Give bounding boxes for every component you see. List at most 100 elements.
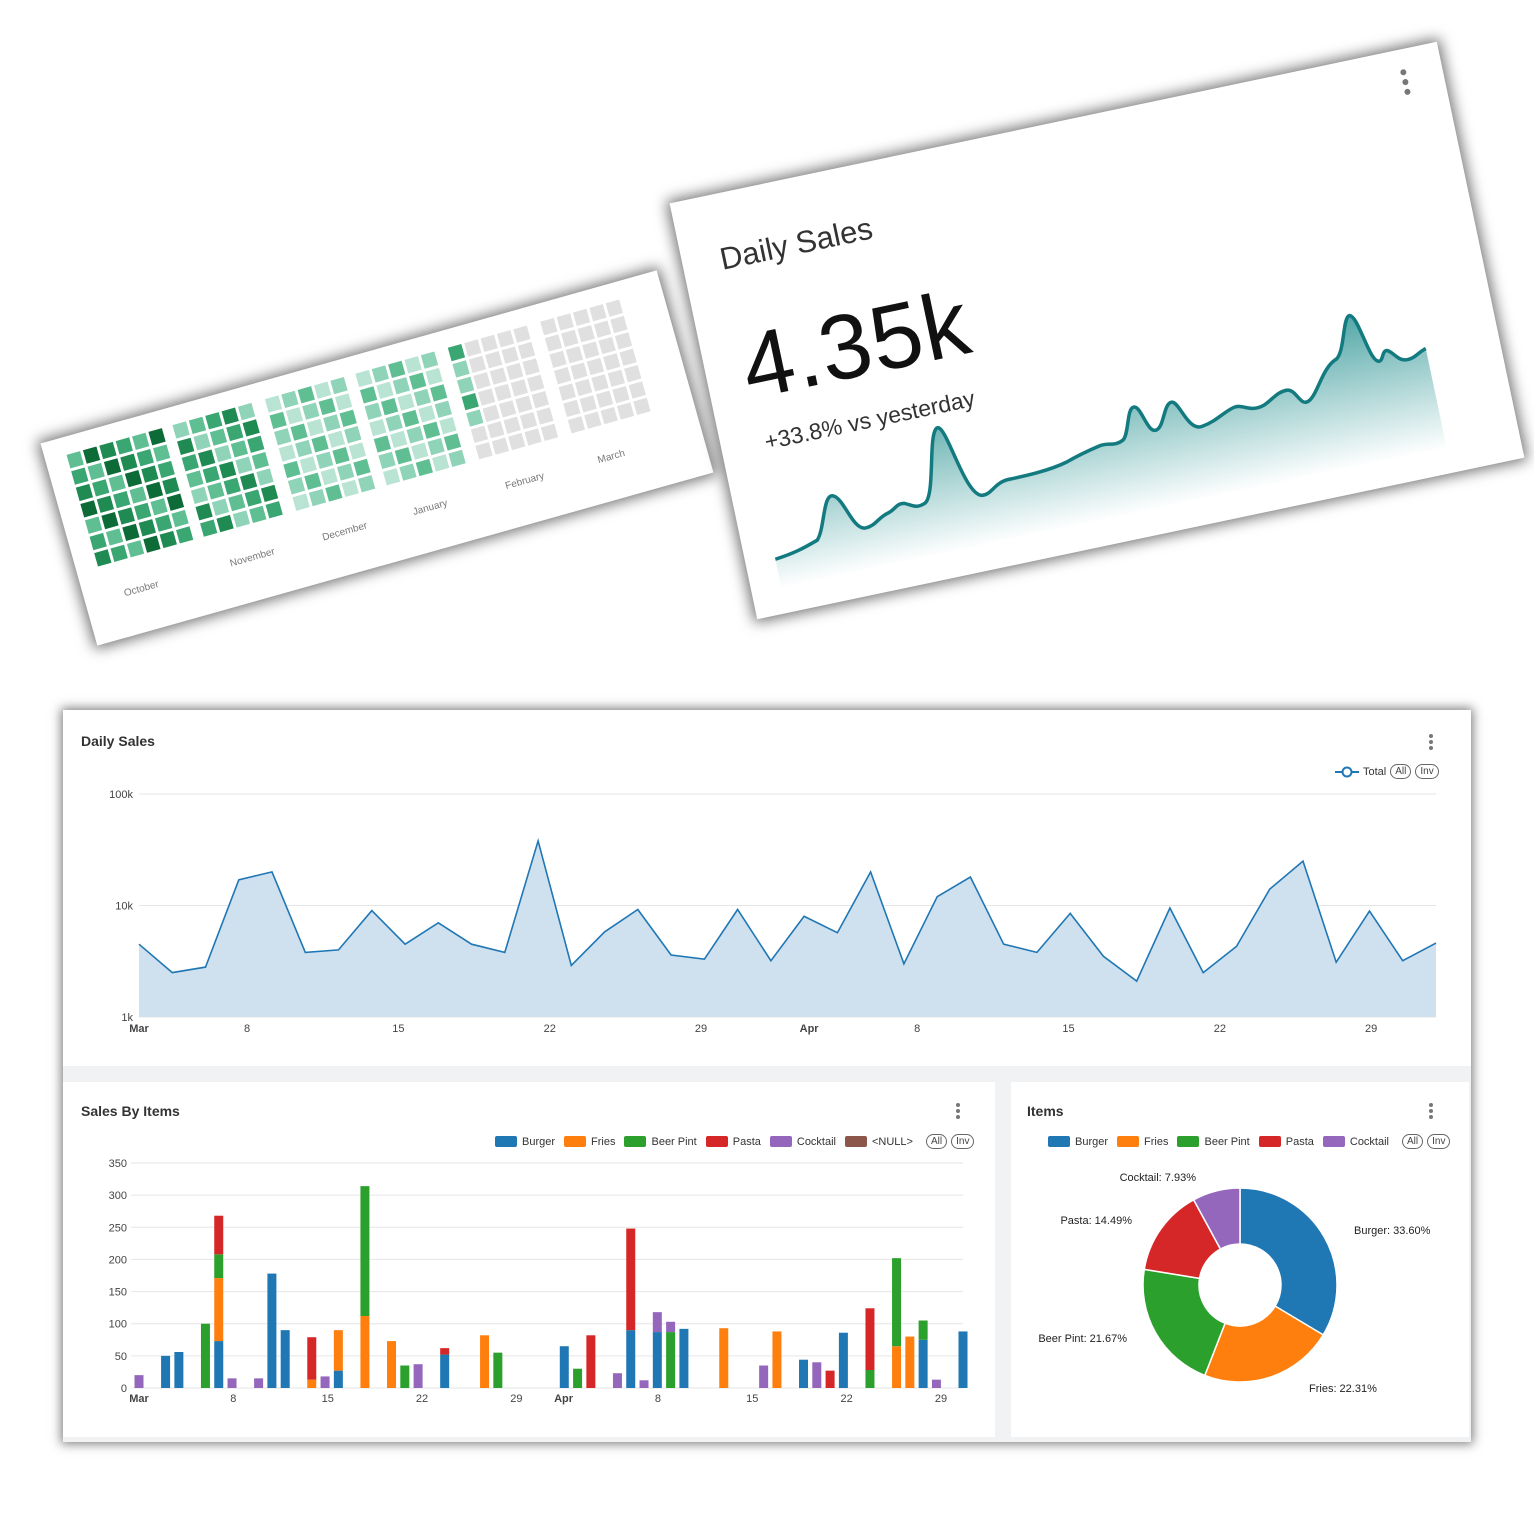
y-tick-label: 150 <box>109 1287 127 1299</box>
bar-segment-fries <box>387 1341 397 1388</box>
x-tick-label: Apr <box>800 1023 820 1035</box>
heatmap-cell <box>124 470 143 488</box>
heatmap-cell <box>150 498 168 516</box>
heatmap-cell <box>422 421 441 439</box>
bar-segment-beer-pint <box>214 1254 224 1279</box>
heatmap-cell <box>126 540 145 558</box>
heatmap-cell <box>281 390 299 409</box>
bar-segment-cocktail <box>134 1375 144 1388</box>
heatmap-cell <box>325 484 343 502</box>
heatmap-cell <box>570 362 588 380</box>
heatmap-cell <box>475 442 493 460</box>
heatmap-cell <box>247 435 265 453</box>
x-tick-label: 29 <box>695 1023 707 1035</box>
x-tick-label: Mar <box>129 1023 149 1035</box>
heatmap-cell <box>430 384 448 402</box>
heatmap-cell <box>287 477 306 495</box>
heatmap-cell <box>447 343 466 362</box>
bar-segment-burger <box>958 1331 968 1388</box>
heatmap-month-label: October <box>123 579 161 599</box>
heatmap-cell <box>265 501 283 519</box>
bar-segment-beer-pint <box>573 1368 583 1388</box>
heatmap-month-label: November <box>229 546 277 569</box>
bar-segment-cocktail <box>639 1380 649 1388</box>
kpi-menu-icon[interactable] <box>1399 68 1412 100</box>
heatmap-cell <box>527 374 545 392</box>
heatmap-cell <box>283 460 301 479</box>
x-tick-label: 29 <box>510 1393 522 1405</box>
heatmap-cell <box>148 428 166 446</box>
heatmap-cell <box>216 514 234 533</box>
bar-segment-beer-pint <box>200 1323 210 1388</box>
heatmap-cell <box>162 477 180 495</box>
heatmap-cell <box>432 454 450 472</box>
y-tick-label: 200 <box>109 1254 127 1266</box>
bar-segment-beer-pint <box>493 1352 503 1388</box>
sales-by-items-chart: 0 50 100 150 200 250 300 350 Mar 8 15 22 29 Apr 8 15 22 2… <box>109 1158 968 1405</box>
heatmap-cell <box>554 367 572 385</box>
y-tick-label: 50 <box>115 1351 127 1363</box>
heatmap-cell <box>595 390 614 408</box>
bar-segment-pasta <box>307 1337 317 1380</box>
heatmap-cell <box>399 463 417 481</box>
heatmap-cell <box>136 449 154 467</box>
x-tick-label: 29 <box>1365 1023 1377 1035</box>
heatmap-cell <box>612 385 630 404</box>
heatmap-cell <box>198 449 216 467</box>
heatmap-cell <box>122 523 140 541</box>
y-tick-label: 100 <box>109 1319 127 1331</box>
x-tick-label: Mar <box>129 1393 149 1405</box>
heatmap-cell <box>420 351 439 369</box>
heatmap-cell <box>413 388 431 407</box>
items-donut-chart: Burger: 33.60% Fries: 22.31% Beer Pint: 21… <box>1038 1172 1430 1395</box>
heatmap-cell <box>239 472 258 491</box>
heatmap-cell <box>332 447 350 465</box>
heatmap-cell <box>503 416 521 434</box>
y-tick-label: 350 <box>109 1158 127 1170</box>
heatmap-cell <box>415 458 433 477</box>
heatmap-cell <box>394 447 413 465</box>
heatmap-cell <box>71 467 89 485</box>
heatmap-cell <box>145 481 164 500</box>
heatmap-cell <box>344 426 362 444</box>
heatmap-cell <box>485 351 503 369</box>
bar-segment-fries <box>892 1346 902 1388</box>
heatmap-cell <box>264 395 283 413</box>
heatmap-cell <box>302 402 320 420</box>
heatmap-cell <box>320 467 338 486</box>
heatmap-cell <box>82 446 101 464</box>
heatmap-cell <box>99 441 117 460</box>
heatmap-cell <box>522 358 540 376</box>
bar-segment-beer-pint <box>892 1258 902 1347</box>
calendar-heatmap-card: October November December January February Ma… <box>40 270 714 646</box>
heatmap-cell <box>316 451 334 469</box>
heatmap-month-label: January <box>412 498 449 518</box>
bar-segment-cocktail <box>254 1378 264 1388</box>
heatmap-cell <box>598 336 616 355</box>
heatmap-cell <box>153 444 171 462</box>
daily-sales-chart: 1k10k100kMar 8 15 22 29 Apr 8 15 22 29 <box>109 789 1437 1035</box>
heatmap-cell <box>369 419 387 437</box>
heatmap-cell <box>66 451 84 469</box>
heatmap-cell <box>411 442 429 460</box>
heatmap-cell <box>513 325 531 343</box>
x-tick-label: 8 <box>655 1393 661 1405</box>
bar-segment-cocktail <box>812 1362 822 1388</box>
bar-segment-cocktail <box>759 1365 769 1388</box>
heatmap-cell <box>388 360 406 378</box>
heatmap-cell <box>591 374 609 392</box>
heatmap-cell <box>84 516 103 534</box>
heatmap-cell <box>425 367 443 386</box>
heatmap-cell <box>228 493 246 512</box>
heatmap-cell <box>501 346 519 364</box>
bar-segment-fries <box>333 1330 343 1371</box>
x-tick-label: 8 <box>914 1023 920 1035</box>
heatmap-cell <box>392 377 410 395</box>
daily-sales-panel: Daily Sales Total All Inv 1k 10k 100k Mar 8 1… <box>63 710 1471 1066</box>
heatmap-cell <box>466 409 484 427</box>
heatmap-cell <box>498 400 517 418</box>
heatmap-cell <box>166 493 185 511</box>
heatmap-cell <box>563 399 581 418</box>
heatmap-cell <box>190 486 209 505</box>
heatmap-cell <box>339 409 357 427</box>
